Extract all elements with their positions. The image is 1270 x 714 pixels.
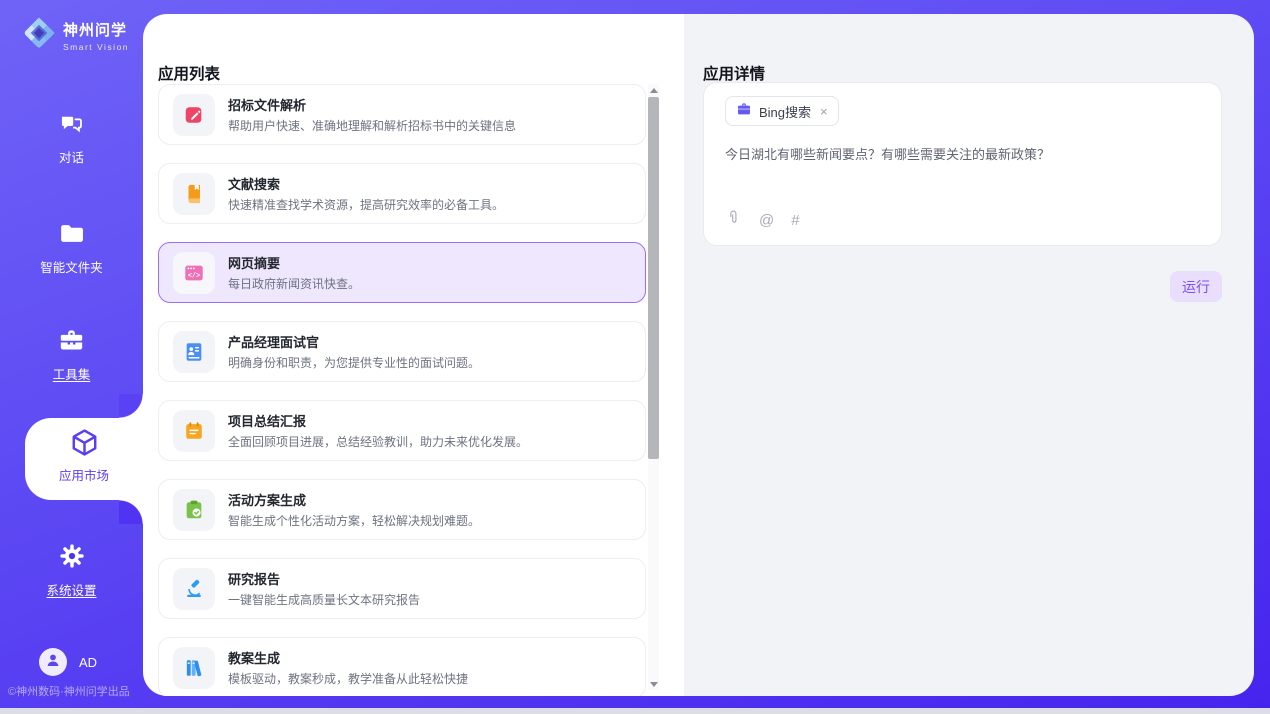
- avatar: [39, 648, 67, 676]
- app-list-scrollbar[interactable]: [648, 84, 659, 690]
- toolbox-icon: [58, 341, 85, 358]
- app-desc: 智能生成个性化活动方案，轻松解决规划难题。: [228, 512, 480, 529]
- app-card-project-summary[interactable]: 项目总结汇报 全面回顾项目进展，总结经验教训，助力未来优化发展。: [158, 400, 646, 461]
- app-list-title: 应用列表: [158, 62, 220, 84]
- sidebar-item-label: 智能文件夹: [0, 257, 143, 276]
- run-button[interactable]: 运行: [1170, 271, 1222, 302]
- books-icon: [173, 647, 215, 689]
- code-glyph: </>: [188, 272, 200, 280]
- sidebar-item-smart-folder[interactable]: 智能文件夹: [0, 220, 143, 276]
- book-icon: [173, 173, 215, 215]
- sidebar-item-label: 系统设置: [0, 580, 143, 599]
- scrollbar-thumb[interactable]: [648, 97, 659, 459]
- app-desc: 帮助用户快速、准确地理解和解析招标书中的关键信息: [228, 117, 516, 134]
- app-window: 神州问学 Smart Vision 对话 智能文件夹: [0, 0, 1270, 714]
- pen-square-icon: [173, 94, 215, 136]
- briefcase-icon: [736, 101, 752, 122]
- app-card-activity-plan[interactable]: 活动方案生成 智能生成个性化活动方案，轻松解决规划难题。: [158, 479, 646, 540]
- app-desc: 快速精准查找学术资源，提高研究效率的必备工具。: [228, 196, 504, 213]
- sidebar-item-label: 工具集: [0, 364, 143, 383]
- browser-code-icon: </>: [173, 252, 215, 294]
- app-name: 项目总结汇报: [228, 411, 528, 430]
- brand-subtitle: Smart Vision: [63, 42, 129, 52]
- brand-name: 神州问学: [63, 22, 127, 39]
- scroll-down-icon: [650, 682, 658, 687]
- app-name: 文献搜索: [228, 174, 504, 193]
- cube-icon: [69, 427, 100, 463]
- tool-tag-label: Bing搜索: [759, 102, 811, 121]
- question-text[interactable]: 今日湖北有哪些新闻要点？有哪些需要关注的最新政策？: [725, 145, 1201, 165]
- sidebar-item-toolset[interactable]: 工具集: [0, 327, 143, 383]
- sidebar: 神州问学 Smart Vision 对话 智能文件夹: [0, 0, 143, 708]
- app-desc: 明确身份和职责，为您提供专业性的面试问题。: [228, 354, 480, 371]
- resume-icon: [173, 331, 215, 373]
- scroll-up-button[interactable]: [648, 84, 659, 96]
- app-name: 产品经理面试官: [228, 332, 480, 351]
- app-name: 招标文件解析: [228, 95, 516, 114]
- app-card-list: 招标文件解析 帮助用户快速、准确地理解和解析招标书中的关键信息 文献搜索: [158, 84, 646, 696]
- account-row[interactable]: AD: [39, 648, 97, 676]
- brand-logo: 神州问学 Smart Vision: [21, 15, 129, 56]
- app-card-research-report[interactable]: 研究报告 一键智能生成高质量长文本研究报告: [158, 558, 646, 619]
- clipboard-check-icon: [173, 489, 215, 531]
- chat-icon: [58, 124, 85, 141]
- attachment-bar: @ #: [725, 208, 800, 232]
- sidebar-item-chat[interactable]: 对话: [0, 110, 143, 166]
- sidebar-item-label: 对话: [0, 147, 143, 166]
- app-card-bid-parse[interactable]: 招标文件解析 帮助用户快速、准确地理解和解析招标书中的关键信息: [158, 84, 646, 145]
- app-desc: 模板驱动，教案秒成，教学准备从此轻松快捷: [228, 670, 468, 687]
- app-name: 活动方案生成: [228, 490, 480, 509]
- hash-icon[interactable]: #: [791, 212, 799, 229]
- app-card-web-summary[interactable]: </> 网页摘要 每日政府新闻资讯快查。: [158, 242, 646, 303]
- tool-tag-bing-search[interactable]: Bing搜索 ×: [725, 96, 839, 126]
- app-detail-panel: 应用详情 Bing搜索 × 今日湖北有哪些新闻要点？有哪些需要关注的最新政策？: [684, 14, 1254, 696]
- folder-icon: [58, 234, 85, 251]
- scroll-down-button[interactable]: [648, 678, 659, 690]
- app-card-literature-search[interactable]: 文献搜索 快速精准查找学术资源，提高研究效率的必备工具。: [158, 163, 646, 224]
- gear-icon: [58, 557, 86, 574]
- app-card-pm-interviewer[interactable]: 产品经理面试官 明确身份和职责，为您提供专业性的面试问题。: [158, 321, 646, 382]
- app-desc: 每日政府新闻资讯快查。: [228, 275, 360, 292]
- sidebar-item-settings[interactable]: 系统设置: [0, 542, 143, 599]
- sidebar-item-app-market[interactable]: 应用市场: [25, 418, 143, 500]
- paperclip-icon[interactable]: [725, 208, 742, 232]
- microscope-icon: [173, 568, 215, 610]
- app-desc: 一键智能生成高质量长文本研究报告: [228, 591, 420, 608]
- mention-icon[interactable]: @: [759, 212, 774, 229]
- app-desc: 全面回顾项目进展，总结经验教训，助力未来优化发展。: [228, 433, 528, 450]
- sidebar-item-label: 应用市场: [25, 465, 143, 484]
- copyright-text: ©神州数码·神州问学出品: [8, 683, 130, 699]
- app-list-panel: 应用列表 招标文件解析 帮助用户快速、准确地理解和解析招标书中的关键信息: [143, 14, 684, 696]
- active-tab-notch-bottom: [119, 500, 143, 524]
- note-icon: [173, 410, 215, 452]
- app-name: 研究报告: [228, 569, 420, 588]
- person-icon: [44, 651, 62, 674]
- app-name: 教案生成: [228, 648, 468, 667]
- content-area: 应用列表 招标文件解析 帮助用户快速、准确地理解和解析招标书中的关键信息: [143, 14, 1254, 696]
- active-tab-notch-top: [119, 394, 143, 418]
- scroll-up-icon: [650, 88, 658, 93]
- prompt-input-card[interactable]: Bing搜索 × 今日湖北有哪些新闻要点？有哪些需要关注的最新政策？ @ #: [703, 82, 1222, 246]
- account-initials: AD: [79, 655, 97, 670]
- app-name: 网页摘要: [228, 253, 360, 272]
- gem-logo-icon: [21, 15, 57, 56]
- close-icon[interactable]: ×: [820, 104, 828, 119]
- app-card-lesson-plan[interactable]: 教案生成 模板驱动，教案秒成，教学准备从此轻松快捷: [158, 637, 646, 696]
